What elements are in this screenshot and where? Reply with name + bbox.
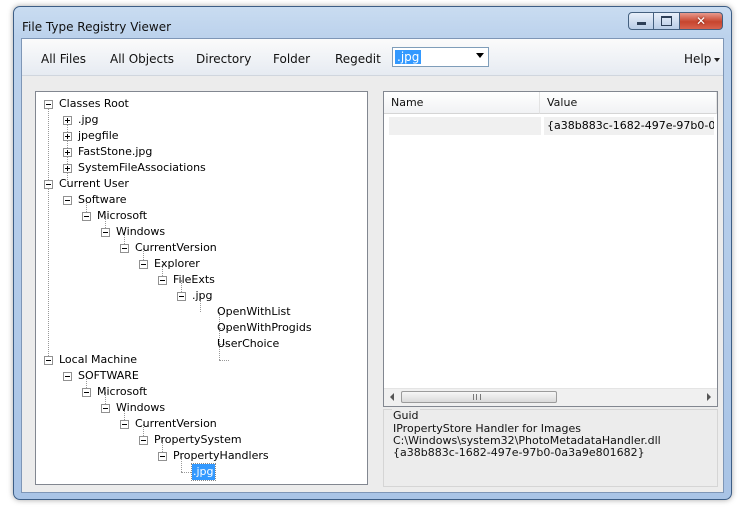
caret-down-icon — [714, 58, 720, 62]
tree-line — [48, 104, 49, 360]
menu-all-objects[interactable]: All Objects — [110, 52, 174, 66]
list-row-name-cell[interactable] — [389, 117, 541, 135]
minus-box-icon[interactable] — [158, 276, 167, 285]
guid-value: {a38b883c-1682-497e-97b0-0a3a9e801682} — [393, 446, 645, 459]
plus-box-icon[interactable] — [63, 132, 72, 141]
grip-icon — [473, 394, 481, 400]
menu-folder[interactable]: Folder — [273, 52, 310, 66]
minus-box-icon[interactable] — [139, 436, 148, 445]
minus-box-icon[interactable] — [44, 180, 53, 189]
scroll-right-icon[interactable] — [707, 393, 711, 401]
tree-line — [219, 360, 229, 361]
minimize-icon — [636, 22, 646, 25]
minus-box-icon[interactable] — [139, 260, 148, 269]
menu-regedit[interactable]: Regedit — [335, 52, 381, 66]
minus-box-icon[interactable] — [82, 212, 91, 221]
client-area: All Files All Objects Directory Folder R… — [21, 38, 724, 493]
window-controls: ✕ — [628, 12, 723, 30]
close-button[interactable]: ✕ — [680, 12, 723, 30]
minus-box-icon[interactable] — [101, 404, 110, 413]
list-row-value-cell[interactable]: {a38b883c-1682-497e-97b0-0a3a9e801682} — [544, 117, 714, 135]
plus-box-icon[interactable] — [63, 148, 72, 157]
minus-box-icon[interactable] — [120, 244, 129, 253]
extension-dropdown[interactable]: .jpg — [392, 47, 489, 67]
window-title: File Type Registry Viewer — [22, 20, 172, 34]
maximize-icon — [661, 16, 672, 26]
minus-box-icon[interactable] — [44, 356, 53, 365]
minimize-button[interactable] — [628, 12, 654, 30]
chevron-down-icon[interactable] — [476, 53, 484, 58]
minus-box-icon[interactable] — [44, 100, 53, 109]
column-header-name[interactable]: Name — [384, 92, 540, 114]
plus-box-icon[interactable] — [63, 164, 72, 173]
menu-bar: All Files All Objects Directory Folder R… — [22, 39, 723, 76]
guid-groupbox: Guid IPropertyStore Handler for Images C… — [383, 409, 718, 487]
minus-box-icon[interactable] — [177, 292, 186, 301]
menu-help[interactable]: Help — [684, 52, 711, 66]
menu-directory[interactable]: Directory — [196, 52, 251, 66]
minus-box-icon[interactable] — [158, 452, 167, 461]
minus-box-icon[interactable] — [63, 196, 72, 205]
plus-box-icon[interactable] — [63, 116, 72, 125]
registry-tree[interactable]: Classes Root .jpg jpegfile FastStone.jpg… — [35, 91, 368, 485]
guid-groupbox-title: Guid — [392, 409, 420, 422]
maximize-button[interactable] — [654, 12, 680, 30]
tree-line — [181, 472, 191, 473]
horizontal-scrollbar[interactable] — [384, 388, 717, 406]
column-header-value[interactable]: Value — [540, 92, 717, 114]
minus-box-icon[interactable] — [82, 388, 91, 397]
extension-dropdown-value: .jpg — [395, 50, 422, 64]
scroll-left-icon[interactable] — [390, 393, 394, 401]
minus-box-icon[interactable] — [63, 372, 72, 381]
minus-box-icon[interactable] — [101, 228, 110, 237]
scrollbar-thumb[interactable] — [401, 391, 557, 403]
menu-all-files[interactable]: All Files — [41, 52, 86, 66]
app-window: File Type Registry Viewer ✕ All Files Al… — [13, 6, 732, 500]
values-list[interactable]: Name Value {a38b883c-1682-497e-97b0-0a3a… — [383, 91, 718, 407]
minus-box-icon[interactable] — [120, 420, 129, 429]
close-icon: ✕ — [695, 14, 707, 28]
